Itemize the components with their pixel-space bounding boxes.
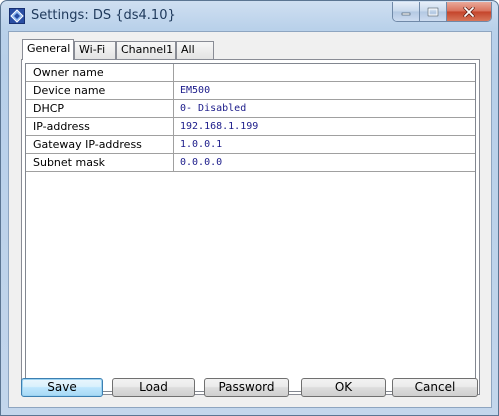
settings-row-subnet-mask[interactable]: Subnet mask 0.0.0.0 [26, 154, 475, 172]
settings-row-owner-name[interactable]: Owner name [26, 64, 475, 82]
title-bar[interactable]: Settings: DS {ds4.10} [1, 1, 498, 31]
load-button[interactable]: Load [112, 378, 195, 397]
tab-channel1[interactable]: Channel1 [116, 41, 176, 59]
app-icon [9, 8, 25, 24]
save-button[interactable]: Save [21, 378, 103, 397]
setting-value[interactable]: 0- Disabled [174, 100, 475, 117]
caption-buttons [392, 2, 492, 22]
setting-label: Owner name [26, 64, 174, 81]
maximize-icon [427, 7, 439, 16]
setting-value[interactable]: 1.0.0.1 [174, 136, 475, 153]
setting-label: IP-address [26, 118, 174, 135]
tab-wifi[interactable]: Wi-Fi [74, 41, 116, 59]
maximize-button[interactable] [420, 2, 447, 21]
ok-button[interactable]: OK [301, 378, 386, 397]
cancel-button[interactable]: Cancel [392, 378, 478, 397]
tab-general[interactable]: General [22, 39, 74, 60]
close-icon [463, 6, 475, 17]
close-button[interactable] [447, 2, 491, 21]
minimize-button[interactable] [393, 2, 420, 21]
window-title: Settings: DS {ds4.10} [31, 8, 176, 23]
setting-label: DHCP [26, 100, 174, 117]
setting-value[interactable]: 0.0.0.0 [174, 154, 475, 171]
setting-label: Subnet mask [26, 154, 174, 171]
setting-value[interactable]: 192.168.1.199 [174, 118, 475, 135]
setting-label: Device name [26, 82, 174, 99]
minimize-icon [401, 12, 411, 15]
settings-grid: Owner name Device name EM500 DHCP 0- Dis… [25, 63, 476, 392]
settings-window: Settings: DS {ds4.10} General Wi-Fi Chan… [0, 0, 499, 416]
password-button[interactable]: Password [204, 378, 289, 397]
client-area: General Wi-Fi Channel1 All Owner name De… [8, 31, 492, 408]
setting-value[interactable] [174, 64, 475, 81]
settings-row-ip-address[interactable]: IP-address 192.168.1.199 [26, 118, 475, 136]
settings-row-device-name[interactable]: Device name EM500 [26, 82, 475, 100]
general-tab-panel: Owner name Device name EM500 DHCP 0- Dis… [21, 59, 480, 395]
tab-all[interactable]: All [176, 41, 214, 59]
setting-value[interactable]: EM500 [174, 82, 475, 99]
setting-label: Gateway IP-address [26, 136, 174, 153]
settings-row-dhcp[interactable]: DHCP 0- Disabled [26, 100, 475, 118]
settings-row-gateway-ip-address[interactable]: Gateway IP-address 1.0.0.1 [26, 136, 475, 154]
